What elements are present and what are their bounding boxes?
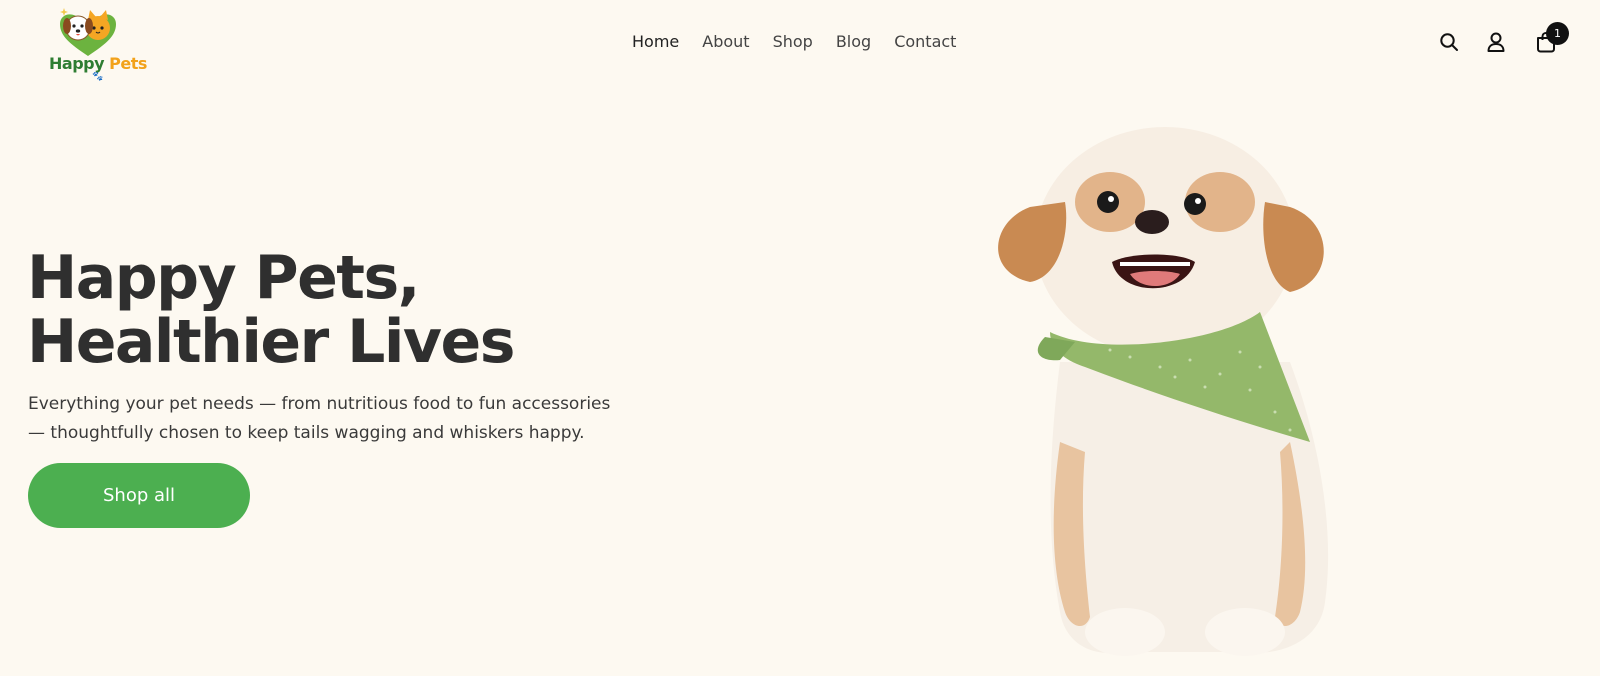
search-icon bbox=[1440, 33, 1458, 51]
paw-icon: 🐾 bbox=[92, 71, 104, 81]
logo-word-pets: Pets bbox=[109, 54, 147, 73]
hero-title-line2: Healthier Lives bbox=[27, 307, 515, 377]
logo[interactable]: Happy Pets 🐾 bbox=[44, 6, 147, 81]
search-button[interactable] bbox=[1435, 28, 1463, 56]
cart-count-badge: 1 bbox=[1546, 22, 1569, 45]
account-button[interactable] bbox=[1482, 28, 1510, 56]
nav-home[interactable]: Home bbox=[632, 31, 679, 53]
nav-blog[interactable]: Blog bbox=[836, 31, 871, 53]
nav-shop[interactable]: Shop bbox=[773, 31, 813, 53]
shop-all-button[interactable]: Shop all bbox=[28, 463, 250, 528]
hero-title: Happy Pets, Healthier Lives bbox=[27, 246, 647, 374]
hero-title-line1: Happy Pets, bbox=[27, 243, 420, 313]
hero-description: Everything your pet needs — from nutriti… bbox=[28, 394, 611, 443]
nav-contact[interactable]: Contact bbox=[894, 31, 956, 53]
nav-about[interactable]: About bbox=[702, 31, 749, 53]
user-icon bbox=[1487, 32, 1505, 52]
logo-pets-icon bbox=[60, 8, 116, 57]
dog-hero-image bbox=[998, 127, 1329, 656]
site-header: Happy Pets 🐾 Home About Shop Blog Contac… bbox=[0, 0, 1600, 86]
main-nav: Home About Shop Blog Contact bbox=[632, 31, 979, 53]
